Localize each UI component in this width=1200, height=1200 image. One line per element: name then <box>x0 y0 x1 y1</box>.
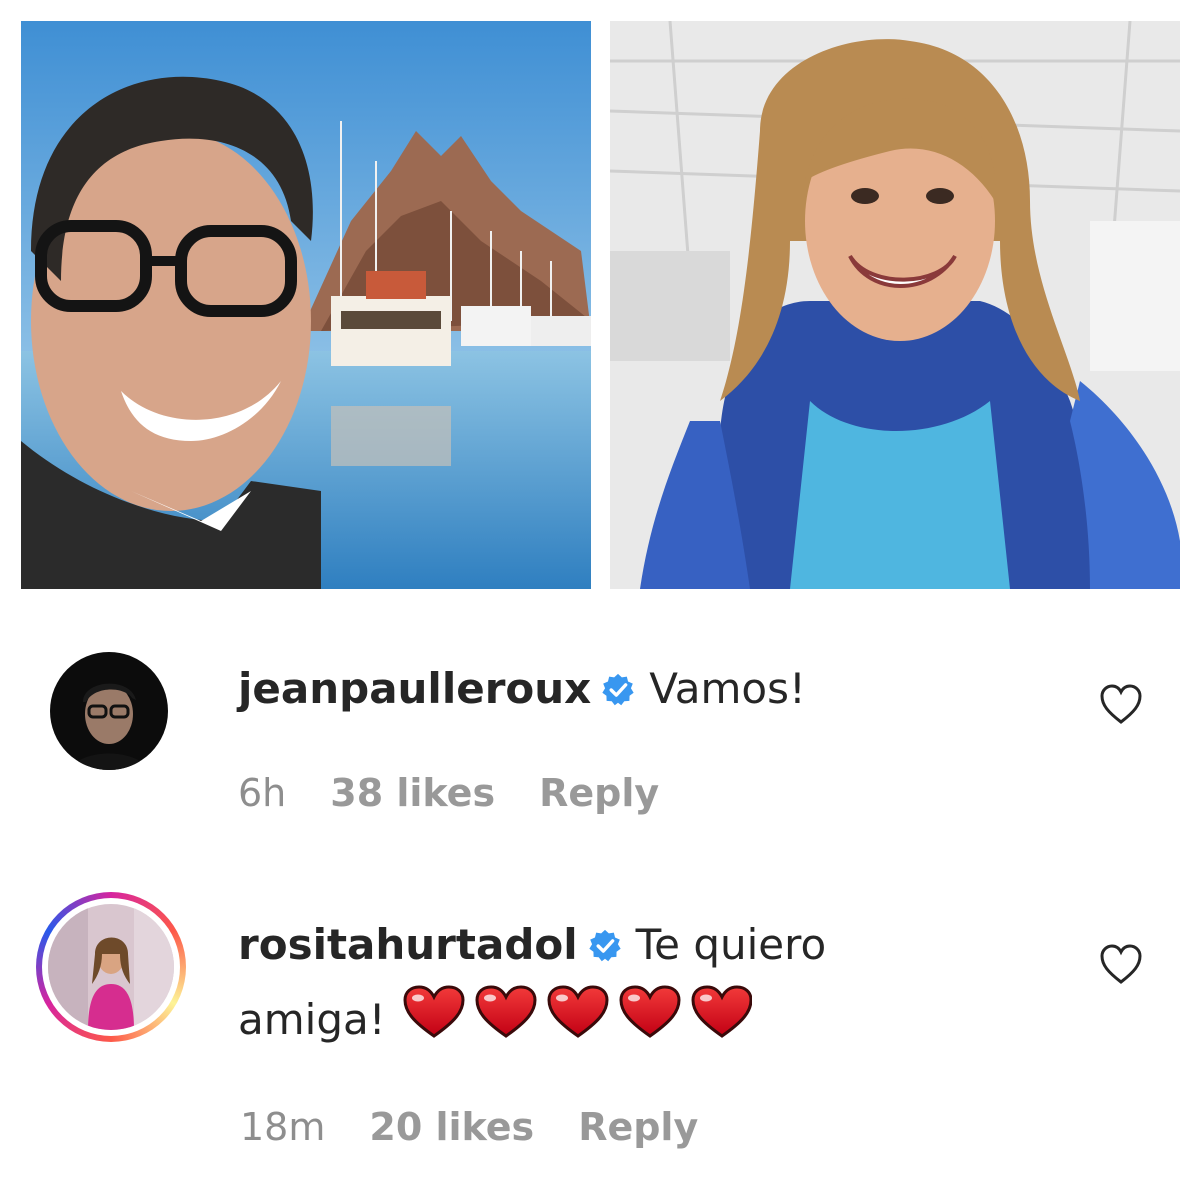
like-heart-icon[interactable] <box>1098 682 1144 726</box>
story-ring[interactable] <box>36 892 186 1042</box>
comment-item: jeanpaulleroux Vamos! 6h 38 likes Reply <box>0 640 1200 840</box>
verified-badge-icon <box>601 673 635 707</box>
man-selfie-harbor-photo <box>21 21 591 589</box>
red-heart-emoji-icons <box>402 984 752 1040</box>
username-link[interactable]: rositahurtadol <box>238 920 578 969</box>
likes-count-link[interactable]: 20 likes <box>369 1105 534 1149</box>
comment-item: rositahurtadol Te quiero amiga! 18m 20 lik… <box>0 880 1200 1180</box>
comment-text: Te quiero <box>635 920 827 969</box>
comment-text: amiga! <box>238 995 386 1044</box>
like-heart-icon[interactable] <box>1098 942 1144 986</box>
comment-timestamp: 6h <box>238 771 287 815</box>
likes-count-link[interactable]: 38 likes <box>330 771 495 815</box>
comment-timestamp: 18m <box>240 1105 326 1149</box>
verified-badge-icon <box>588 929 622 963</box>
username-link[interactable]: jeanpaulleroux <box>238 664 591 713</box>
comment-text: Vamos! <box>649 664 806 713</box>
comment-meta: 18m 20 likes Reply <box>240 1102 742 1152</box>
woman-smiling-blue-feathers-photo <box>610 21 1180 589</box>
avatar[interactable] <box>48 904 174 1030</box>
comment-text-line: jeanpaulleroux Vamos! <box>238 660 806 718</box>
comment-meta: 6h 38 likes Reply <box>238 768 703 818</box>
comment-text-line: amiga! <box>238 984 752 1049</box>
reply-button[interactable]: Reply <box>578 1105 698 1149</box>
avatar[interactable] <box>50 652 168 770</box>
comment-text-line: rositahurtadol Te quiero <box>238 916 826 974</box>
reply-button[interactable]: Reply <box>539 771 659 815</box>
